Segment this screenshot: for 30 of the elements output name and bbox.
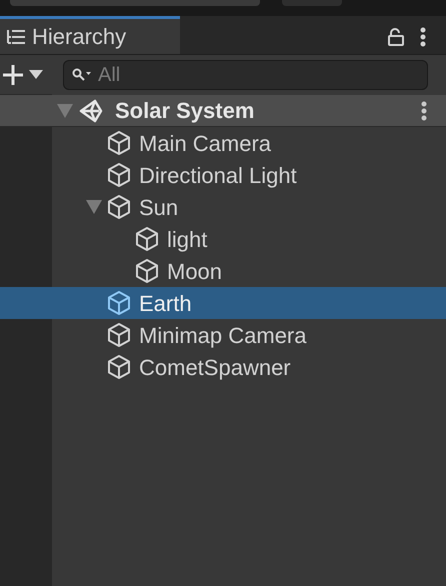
- hierarchy-item[interactable]: Main Camera: [0, 127, 446, 159]
- hierarchy-item[interactable]: Sun: [0, 191, 446, 223]
- hierarchy-item[interactable]: Directional Light: [0, 159, 446, 191]
- more-options-icon[interactable]: [420, 27, 426, 47]
- cube-icon: [106, 130, 132, 156]
- hierarchy-item[interactable]: Moon: [0, 255, 446, 287]
- more-options-icon[interactable]: [421, 100, 427, 120]
- hierarchy-item[interactable]: light: [0, 223, 446, 255]
- hierarchy-item[interactable]: CometSpawner: [0, 351, 446, 383]
- add-button[interactable]: [2, 64, 43, 86]
- lock-icon[interactable]: [388, 28, 404, 46]
- search-icon: [72, 68, 92, 82]
- scene-header[interactable]: Solar System: [0, 95, 446, 127]
- unity-logo-icon: [79, 98, 105, 124]
- hierarchy-item[interactable]: Earth: [0, 287, 446, 319]
- hierarchy-tab[interactable]: Hierarchy: [0, 16, 180, 54]
- cube-icon: [106, 354, 132, 380]
- cube-icon: [106, 322, 132, 348]
- scene-name: Solar System: [115, 97, 254, 125]
- hierarchy-item[interactable]: Minimap Camera: [0, 319, 446, 351]
- plus-icon: [2, 64, 24, 86]
- cube-icon: [106, 162, 132, 188]
- cube-icon: [106, 194, 132, 220]
- hierarchy-list-icon: [6, 28, 26, 44]
- expand-arrow-icon[interactable]: [86, 200, 102, 214]
- cube-icon: [106, 290, 132, 316]
- cube-icon: [134, 226, 160, 252]
- cube-icon: [134, 258, 160, 284]
- caret-icon: [29, 70, 43, 79]
- search-field[interactable]: All: [63, 60, 428, 90]
